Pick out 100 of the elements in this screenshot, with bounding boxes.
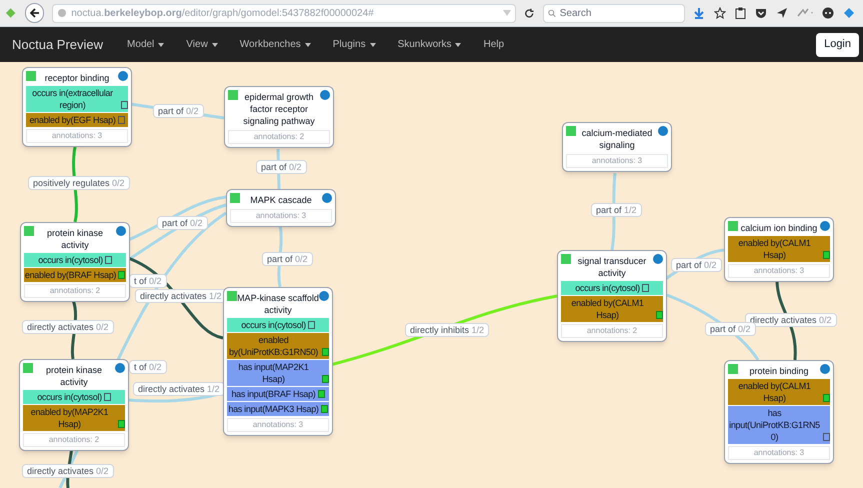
evidence-checkbox[interactable] [656,311,663,319]
node-handle-icon[interactable] [228,90,238,100]
association-row[interactable]: enabled by(UniProtKB:G1RN50) [227,333,329,359]
node-menu-icon[interactable] [820,364,830,374]
node-card[interactable]: protein binding enabled by(CALM1 Hsap) has input(UniProtKB:G1RN50) annotations: 3 [724,360,834,464]
association-row[interactable]: occurs in(cytosol) [561,281,663,295]
association-row[interactable]: enabled by(CALM1 Hsap) [728,379,830,405]
node-card[interactable]: calcium ion binding enabled by(CALM1 Hsap) annotations: 3 [724,217,834,282]
association-row[interactable]: has input(BRAF Hsap) [227,387,329,401]
search-field[interactable]: Search [542,4,685,22]
node-handle-icon[interactable] [24,226,34,236]
back-button[interactable] [25,3,44,23]
node-card[interactable]: MAPK cascade annotations: 3 [226,189,336,227]
edge-label[interactable]: directly activates 0/2 [22,320,114,334]
edge-label[interactable]: positively regulates 0/2 [28,176,130,190]
evidence-checkbox[interactable] [320,405,328,413]
association-row[interactable]: occurs in(cytosol) [24,253,126,267]
star-icon[interactable] [714,7,726,19]
node-menu-icon[interactable] [322,193,332,203]
association-row[interactable]: occurs in(cytosol) [227,318,329,332]
evidence-checkbox[interactable] [322,375,329,383]
menu-item[interactable]: Help [483,37,504,52]
evidence-checkbox[interactable] [823,394,830,402]
evidence-checkbox[interactable] [823,251,830,259]
edge-label[interactable]: part of 0/2 [157,216,208,230]
evidence-checkbox[interactable] [118,420,125,428]
caret-icon [455,42,462,46]
clipboard-icon[interactable] [735,7,746,19]
node-handle-icon[interactable] [23,363,33,373]
node-card[interactable]: protein kinase activity occurs in(cytosol) enabled by(BRAF Hsap) annotations: 2 [20,222,130,302]
association-row[interactable]: enabled by(BRAF Hsap) [24,268,126,282]
edge-label[interactable]: part of 0/2 [262,252,313,266]
evidence-checkbox[interactable] [121,101,128,109]
node-handle-icon[interactable] [566,126,576,136]
menu-item[interactable]: View [186,37,218,52]
node-handle-icon[interactable] [561,254,571,264]
menu-item[interactable]: Plugins [332,37,376,52]
association-row[interactable]: has input(MAP2K1 Hsap) [227,360,329,386]
evidence-checkbox[interactable] [318,390,325,398]
node-card[interactable]: protein kinase activity occurs in(cytosol) enabled by(MAP2K1 Hsap) annotations: 2 [19,359,129,451]
node-handle-icon[interactable] [230,193,240,203]
dropdown-icon[interactable] [503,10,512,16]
login-button[interactable]: Login [816,32,859,56]
edge-label[interactable]: part of 0/2 [671,258,722,272]
node-card[interactable]: calcium-mediated signaling annotations: 3 [562,122,672,172]
node-card[interactable]: epidermal growth factor receptor signaling pathway annotations: 2 [224,86,334,148]
node-handle-icon[interactable] [728,221,738,231]
node-menu-icon[interactable] [320,90,330,100]
edge-label[interactable]: directly activates 1/2 [133,382,225,396]
node-handle-icon[interactable] [227,291,237,301]
node-handle-icon[interactable] [26,71,36,81]
node-card[interactable]: receptor binding occurs in(extracellular region) enabled by(EGF Hsap) annotations: 3 [22,67,132,147]
edge-label[interactable]: part of 0/2 [256,160,307,174]
diamond-icon[interactable] [843,7,855,19]
download-icon[interactable] [693,7,705,19]
node-menu-icon[interactable] [116,226,126,236]
node-title: protein binding [748,365,810,377]
association-row[interactable]: enabled by(CALM1 Hsap) [728,236,830,262]
node-menu-icon[interactable] [653,254,663,264]
node-card[interactable]: MAP-kinase scaffold activity occurs in(cytosol) enabled by(UniProtKB:G1RN50) has input(MAP2K1 Hsap) has input(BRAF Hsap) has input(MAPK3 Hsap) annotations: 3 [223,287,333,436]
menu-item[interactable]: Workbenches [240,37,311,52]
node-menu-icon[interactable] [658,126,668,136]
row-label: enabled by(UniProtKB:G1RN50) [228,334,320,358]
edge-label[interactable]: directly activates 0/2 [745,313,837,327]
node-menu-icon[interactable] [115,363,125,373]
send-icon[interactable] [776,7,788,19]
evidence-checkbox[interactable] [118,116,125,124]
brand-title[interactable]: Noctua Preview [12,34,104,54]
edge-label[interactable]: part of 0/2 [153,104,204,118]
edge-label[interactable]: t of 0/2 [129,360,167,374]
addon-icon[interactable] [4,6,18,20]
association-row[interactable]: occurs in(cytosol) [23,390,125,404]
menu-item[interactable]: Skunkworks [398,37,462,52]
node-menu-icon[interactable] [820,221,830,231]
search-input[interactable]: Search [560,6,680,20]
association-row[interactable]: enabled by(CALM1 Hsap) [561,296,663,322]
evidence-checkbox[interactable] [823,433,830,441]
edge-label[interactable]: part of 0/2 [705,322,756,336]
evidence-checkbox[interactable] [642,284,649,292]
evidence-checkbox[interactable] [104,393,111,401]
node-handle-icon[interactable] [728,364,738,374]
evidence-checkbox[interactable] [104,256,112,264]
association-row[interactable]: occurs in(extracellular region) [26,86,128,112]
edge-label[interactable]: directly inhibits 1/2 [405,323,490,337]
evidence-checkbox[interactable] [308,321,315,329]
node-title: calcium-mediated signaling [580,127,654,151]
node-card[interactable]: signal transducer activity occurs in(cytosol) enabled by(CALM1 Hsap) annotations: 2 [557,250,667,342]
evidence-checkbox[interactable] [118,271,126,279]
node-menu-icon[interactable] [319,291,329,301]
edge-label[interactable]: t of 0/2 [129,274,167,288]
edge-label[interactable]: part of 1/2 [591,203,642,217]
edge-label[interactable]: directly activates 0/2 [22,464,114,478]
association-row[interactable]: enabled by(MAP2K1 Hsap) [23,405,125,431]
chat-icon[interactable] [822,7,834,19]
association-row[interactable]: has input(MAPK3 Hsap) [227,402,329,416]
menu-item[interactable]: Model [127,37,164,52]
node-menu-icon[interactable] [118,71,128,81]
evidence-checkbox[interactable] [322,348,329,356]
reload-icon[interactable] [524,8,535,18]
association-row[interactable]: enabled by(EGF Hsap) [26,113,128,127]
